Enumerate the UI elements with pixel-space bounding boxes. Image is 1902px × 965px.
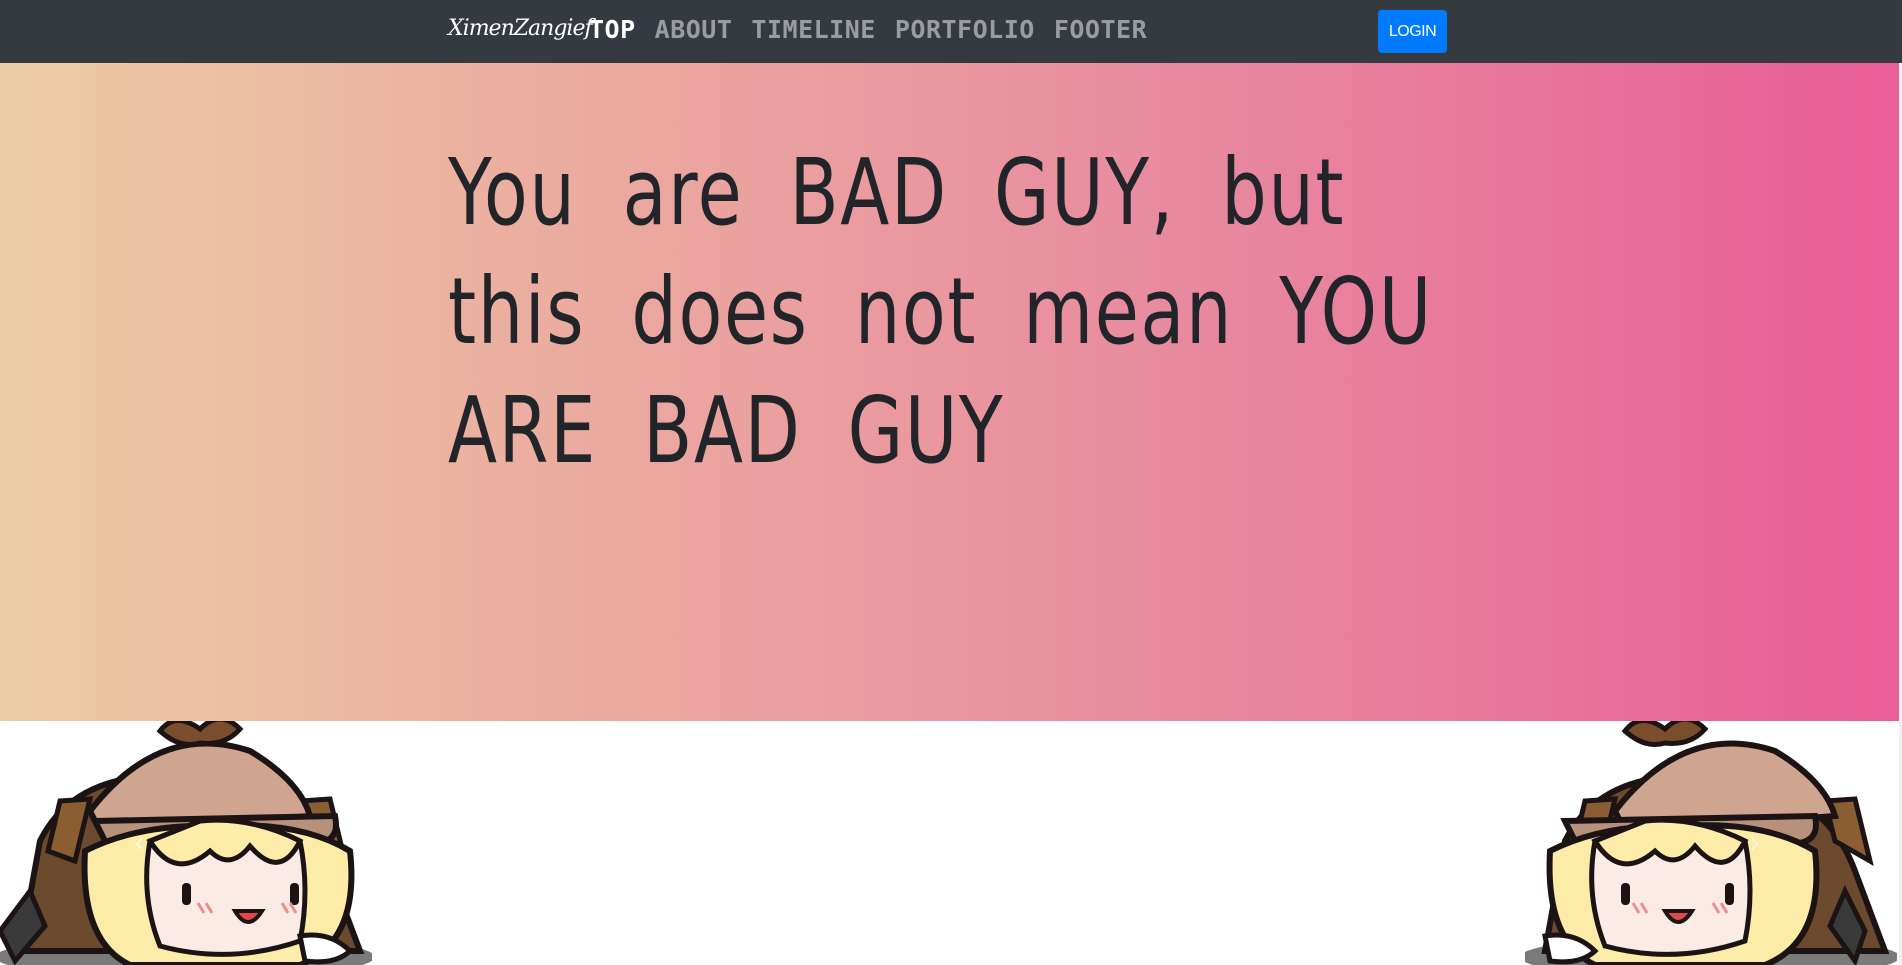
nav-link-portfolio[interactable]: PORTFOLIO [895, 15, 1035, 44]
nav-link-top[interactable]: TOP [589, 15, 636, 44]
navbar: XimenZangief TOP ABOUT TIMELINE PORTFOLI… [0, 0, 1902, 63]
carousel-prev-button[interactable]: ‹ [124, 825, 154, 859]
hero-heading: You are BAD GUY, but this does not mean … [448, 139, 1433, 484]
nav-link-footer[interactable]: FOOTER [1054, 15, 1147, 44]
nav-links: TOP ABOUT TIMELINE PORTFOLIO FOOTER [589, 14, 1147, 46]
brand-logo[interactable]: XimenZangief [448, 16, 593, 41]
carousel-next-button[interactable]: › [1740, 825, 1770, 859]
hero-section: You are BAD GUY, but this does not mean … [0, 63, 1902, 721]
carousel: ‹ › [0, 721, 1902, 965]
login-button[interactable]: LOGIN [1378, 10, 1447, 53]
mascot-image-left [0, 721, 372, 965]
mascot-image-right [1525, 721, 1897, 965]
chevron-right-icon: › [1749, 825, 1761, 859]
chevron-left-icon: ‹ [133, 825, 145, 859]
nav-link-about[interactable]: ABOUT [655, 15, 733, 44]
nav-link-timeline[interactable]: TIMELINE [751, 15, 875, 44]
